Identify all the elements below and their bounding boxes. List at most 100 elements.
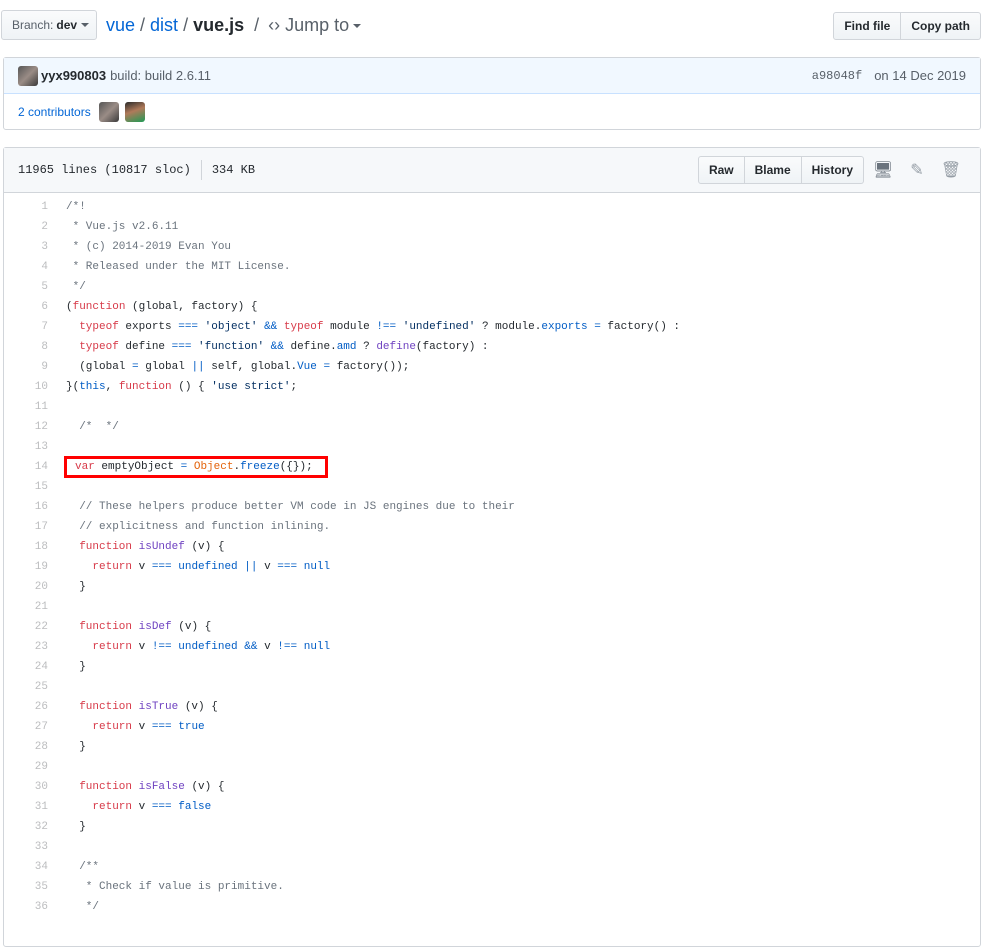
code-token: * Vue.js v2.6.11 [66, 221, 179, 233]
line-number[interactable]: 20 [4, 581, 48, 593]
code-text: } [48, 821, 86, 833]
code-text: var emptyObject = Object.freeze({}); [48, 456, 328, 478]
code-line: 19 return v === undefined || v === null [4, 557, 980, 577]
code-token: /** [66, 861, 100, 873]
raw-button[interactable]: Raw [697, 156, 745, 184]
code-token: !== [277, 641, 298, 653]
code-token: }( [66, 381, 80, 393]
desktop-icon[interactable]: 🖥 [868, 160, 898, 180]
line-number[interactable]: 34 [4, 861, 48, 873]
pencil-icon[interactable]: ✎ [902, 160, 932, 180]
line-number[interactable]: 10 [4, 381, 48, 393]
line-number[interactable]: 1 [4, 201, 48, 213]
file-viewer: 11965 lines (10817 sloc) 334 KB Raw Blam… [3, 147, 981, 947]
find-file-button[interactable]: Find file [833, 12, 902, 40]
code-token: = [594, 321, 601, 333]
code-token: * Check if value is primitive. [66, 881, 284, 893]
copy-path-button[interactable]: Copy path [901, 12, 981, 40]
line-number[interactable]: 16 [4, 501, 48, 513]
blame-button[interactable]: Blame [744, 156, 802, 184]
line-number[interactable]: 14 [4, 461, 48, 473]
code-line: 16 // These helpers produce better VM co… [4, 497, 980, 517]
code-token: null [303, 641, 331, 653]
code-token: /* */ [66, 421, 119, 433]
code-token: 'function' [198, 341, 265, 353]
code-token: function [118, 381, 172, 393]
contributors-link[interactable]: 2 contributors [18, 105, 91, 119]
code-token: module [323, 321, 377, 333]
line-number[interactable]: 33 [4, 841, 48, 853]
line-number[interactable]: 21 [4, 601, 48, 613]
line-number[interactable]: 11 [4, 401, 48, 413]
line-number[interactable]: 9 [4, 361, 48, 373]
code-line: 33 [4, 837, 980, 857]
code-token: isFalse [138, 781, 185, 793]
code-token: typeof [79, 341, 119, 353]
jump-to-label: Jump to [285, 15, 350, 35]
breadcrumb-file: vue.js [193, 15, 245, 35]
code-token: v [132, 641, 152, 653]
line-number[interactable]: 6 [4, 301, 48, 313]
file-header: 11965 lines (10817 sloc) 334 KB Raw Blam… [4, 148, 980, 193]
code-token: v [132, 561, 152, 573]
line-number[interactable]: 17 [4, 521, 48, 533]
branch-select-button[interactable]: Branch: dev [1, 10, 97, 40]
code-line: 12 /* */ [4, 417, 980, 437]
line-number[interactable]: 8 [4, 341, 48, 353]
line-number[interactable]: 23 [4, 641, 48, 653]
line-number[interactable]: 26 [4, 701, 48, 713]
code-text: * (c) 2014-2019 Evan You [48, 241, 231, 253]
line-number[interactable]: 3 [4, 241, 48, 253]
line-number[interactable]: 28 [4, 741, 48, 753]
line-number[interactable]: 7 [4, 321, 48, 333]
code-line: 25 [4, 677, 980, 697]
code-token: */ [66, 281, 86, 293]
line-number[interactable]: 15 [4, 481, 48, 493]
line-number[interactable]: 4 [4, 261, 48, 273]
code-line: 24 } [4, 657, 980, 677]
highlight-box: var emptyObject = Object.freeze({}); [64, 456, 328, 478]
line-number[interactable]: 5 [4, 281, 48, 293]
line-number[interactable]: 30 [4, 781, 48, 793]
contributors-row: 2 contributors [4, 94, 980, 130]
code-text: */ [48, 281, 86, 293]
code-line: 6 (function (global, factory) { [4, 297, 980, 317]
breadcrumb-repo-link[interactable]: vue [106, 15, 135, 35]
line-number[interactable]: 31 [4, 801, 48, 813]
trash-icon[interactable]: 🗑 [936, 160, 966, 180]
line-number[interactable]: 24 [4, 661, 48, 673]
line-number[interactable]: 27 [4, 721, 48, 733]
breadcrumb-dist-link[interactable]: dist [150, 15, 178, 35]
branch-label: Branch: [12, 18, 54, 32]
line-number[interactable]: 12 [4, 421, 48, 433]
jump-to-dropdown[interactable]: ‹› Jump to [268, 15, 362, 35]
code-line: 9 (global = global || self, global.Vue =… [4, 357, 980, 377]
line-number[interactable]: 29 [4, 761, 48, 773]
code-token: (factory) : [415, 341, 489, 353]
line-number[interactable]: 2 [4, 221, 48, 233]
line-number[interactable]: 19 [4, 561, 48, 573]
line-number[interactable]: 18 [4, 541, 48, 553]
code-token: Object [193, 461, 234, 473]
contributor-avatar[interactable] [124, 102, 145, 122]
line-number[interactable]: 32 [4, 821, 48, 833]
code-text: function isUndef (v) { [48, 541, 224, 553]
code-text: }(this, function () { 'use strict'; [48, 381, 297, 393]
line-number[interactable]: 36 [4, 901, 48, 913]
code-token: emptyObject [94, 461, 181, 473]
code-token: typeof [79, 321, 119, 333]
divider [200, 160, 202, 180]
history-button[interactable]: History [801, 156, 864, 184]
line-number[interactable]: 22 [4, 621, 48, 633]
author-avatar[interactable] [18, 65, 38, 86]
commit-author-link[interactable]: yyx990803 [41, 68, 106, 83]
contributor-avatar[interactable] [98, 102, 119, 122]
code-text: } [48, 581, 86, 593]
commit-message-link[interactable]: build: build 2.6.11 [110, 68, 211, 83]
line-number[interactable]: 13 [4, 441, 48, 453]
commit-sha-link[interactable]: a98048f [812, 69, 862, 83]
line-number[interactable]: 35 [4, 881, 48, 893]
line-number[interactable]: 25 [4, 681, 48, 693]
code-text: /** [48, 861, 99, 873]
